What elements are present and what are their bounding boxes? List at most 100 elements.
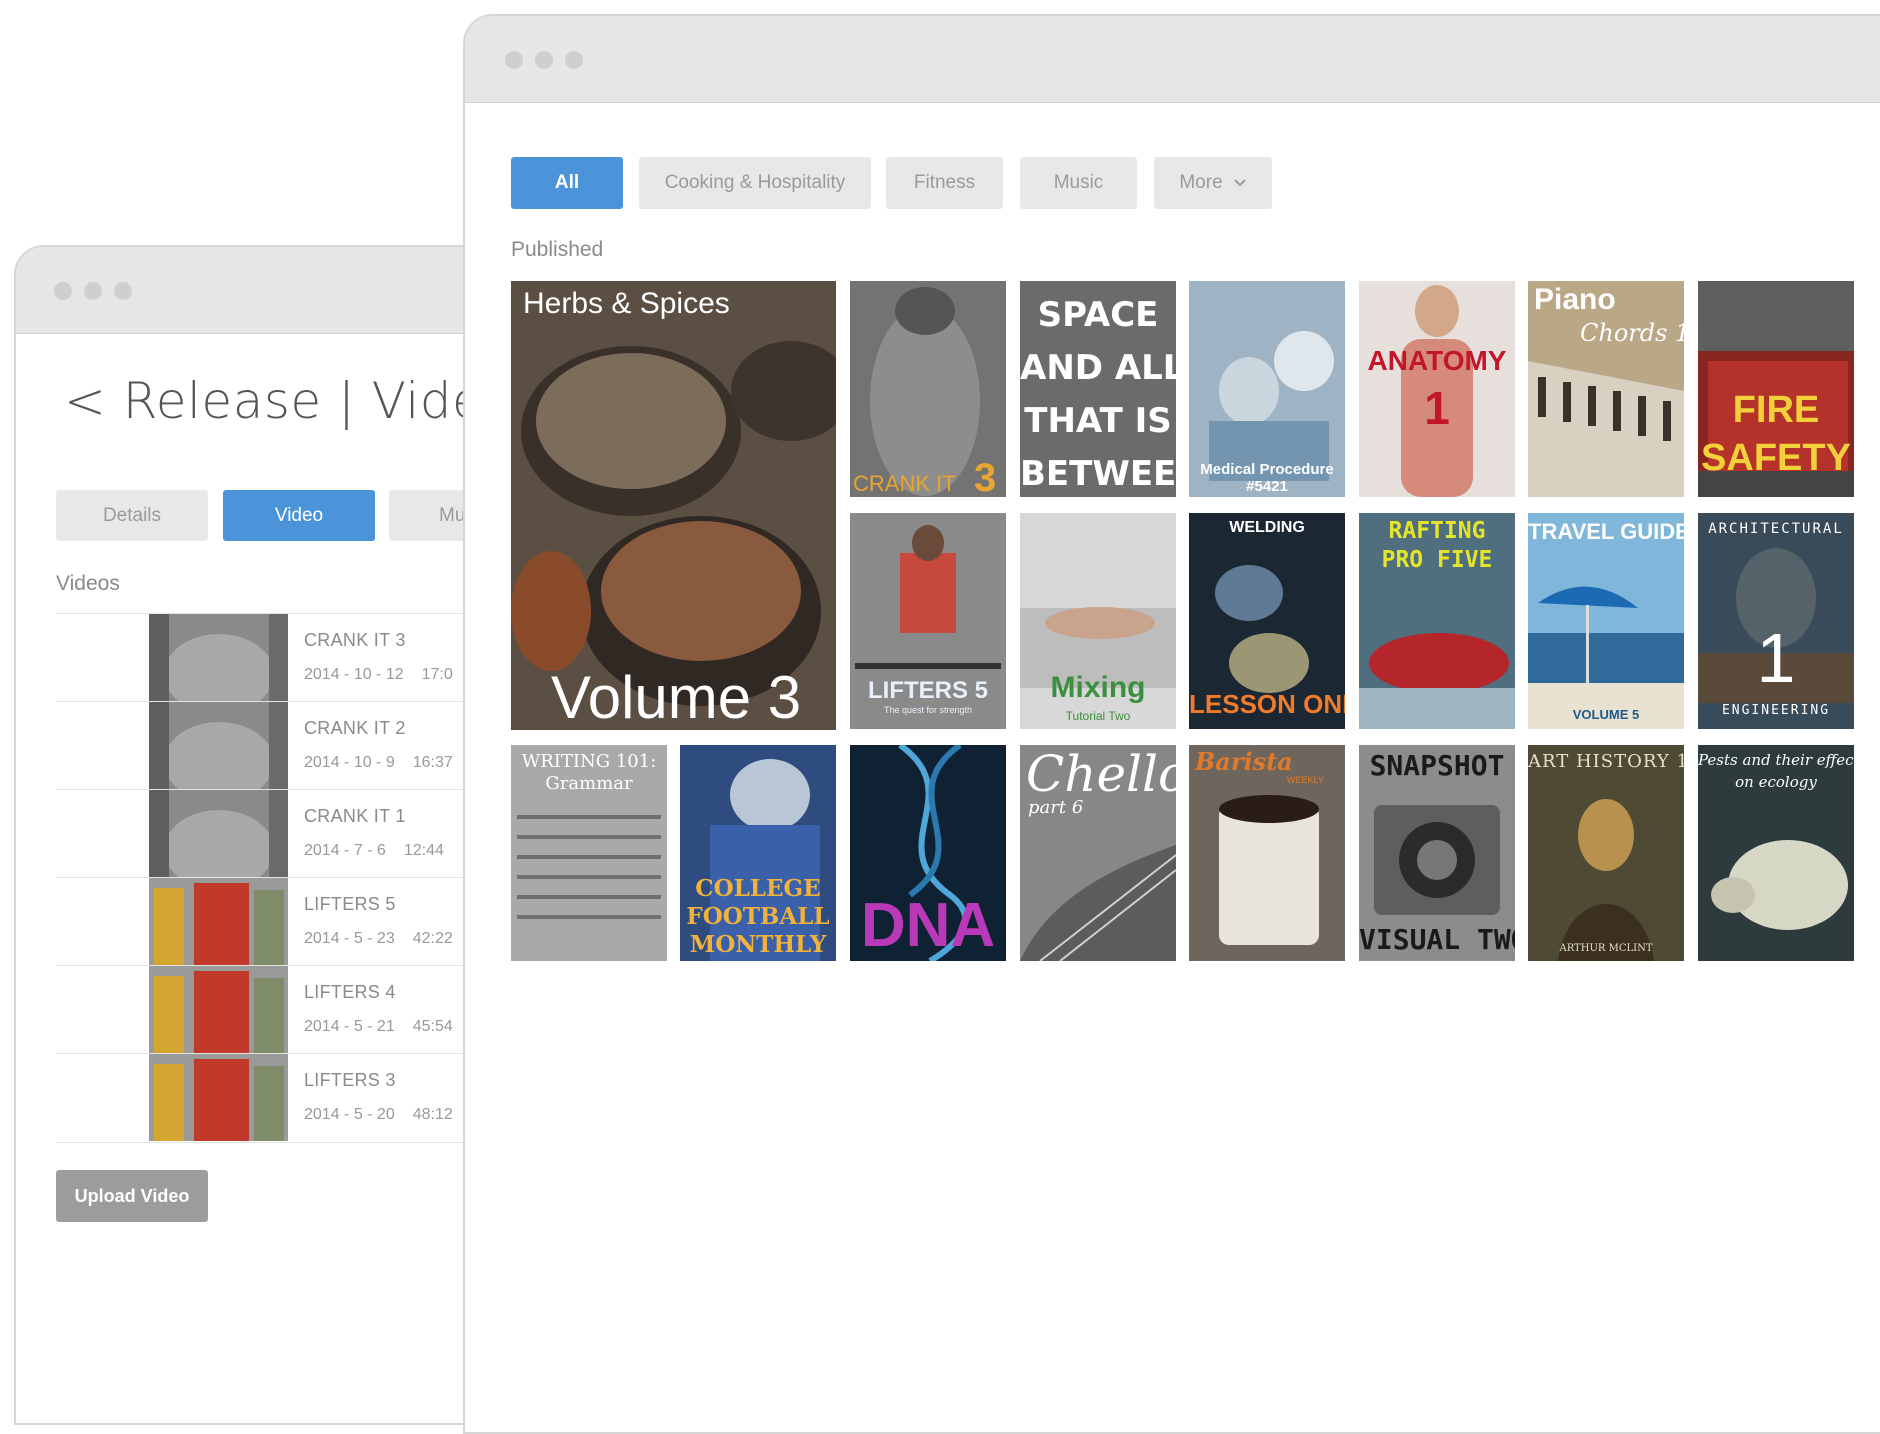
video-date: 2014 - 5 - 23 (304, 930, 395, 947)
cover-line: BETWEEN (1020, 454, 1176, 494)
cover-line: PRO FIVE (1381, 547, 1493, 573)
cover-title: LIFTERS 5 (868, 677, 989, 704)
video-duration: 42:22 (412, 930, 453, 947)
filter-fitness[interactable]: Fitness (886, 157, 1003, 209)
cover-title: ARCHITECTURAL (1708, 521, 1844, 537)
video-thumbnail[interactable] (149, 966, 288, 1053)
cover-line: THAT IS (1024, 401, 1172, 441)
video-title: CRANK IT 2 (304, 718, 406, 738)
cover-subtitle: Chords 1 (1580, 319, 1684, 347)
video-date: 2014 - 5 - 20 (304, 1106, 395, 1123)
filter-all[interactable]: All (511, 157, 623, 209)
filter-more[interactable]: More (1154, 157, 1272, 209)
cover-subtitle: LESSON ONE (1189, 689, 1345, 719)
window-dot-maximize[interactable] (565, 51, 583, 69)
tab-video[interactable]: Video (223, 490, 375, 541)
cover-subtitle: VISUAL TWO (1359, 923, 1515, 956)
video-row[interactable]: LIFTERS 4 2014 - 5 - 21 45:54 (56, 965, 482, 1054)
window-titlebar (465, 16, 1880, 103)
cover-line: WRITING 101: (521, 751, 657, 772)
cover-subtitle: Tutorial Two (1065, 709, 1131, 723)
cover-subtitle: VOLUME 5 (1572, 707, 1640, 722)
featured-subtitle: Volume 3 (551, 664, 802, 730)
cover-chello[interactable]: Chello part 6 (1020, 745, 1176, 961)
cover-title: RAFTING PRO FIVE (1359, 517, 1515, 575)
cover-number: 3 (974, 456, 997, 497)
video-title: LIFTERS 5 (304, 894, 396, 914)
video-meta: 2014 - 5 - 23 42:22 (304, 930, 453, 948)
video-duration: 12:44 (403, 842, 444, 859)
cover-writing-101[interactable]: WRITING 101: Grammar (511, 745, 667, 961)
featured-cover-herbs-spices[interactable]: Herbs & Spices Volume 3 (511, 281, 836, 730)
cover-line: AND ALL (1020, 348, 1176, 388)
cover-title: COLLEGE FOOTBALL MONTHLY (680, 875, 836, 959)
video-row[interactable]: CRANK IT 2 2014 - 10 - 9 16:37 (56, 701, 482, 790)
videos-section-label: Videos (56, 572, 120, 595)
cover-line: FOOTBALL (686, 903, 830, 930)
cover-subtitle: part 6 (1028, 797, 1084, 818)
cover-title: SNAPSHOT (1369, 749, 1505, 782)
cover-subtitle: ARTHUR MCLINT (1559, 943, 1653, 954)
video-row[interactable]: LIFTERS 5 2014 - 5 - 23 42:22 (56, 877, 482, 966)
cover-space-and-all[interactable]: SPACE AND ALL THAT IS BETWEEN (1020, 281, 1176, 497)
video-meta: 2014 - 10 - 9 16:37 (304, 754, 453, 772)
video-title: LIFTERS 3 (304, 1070, 396, 1090)
cover-crank-it-3[interactable]: CRANK IT 3 (850, 281, 1006, 497)
video-thumbnail[interactable] (149, 614, 288, 701)
cover-title: WELDING (1229, 519, 1305, 536)
video-thumbnail[interactable] (149, 1054, 288, 1141)
video-thumbnail[interactable] (149, 790, 288, 877)
filter-music[interactable]: Music (1020, 157, 1137, 209)
video-title: CRANK IT 3 (304, 630, 406, 650)
video-date: 2014 - 5 - 21 (304, 1018, 395, 1035)
video-row[interactable]: CRANK IT 1 2014 - 7 - 6 12:44 (56, 789, 482, 878)
window-dot-minimize[interactable] (535, 51, 553, 69)
window-titlebar (16, 247, 482, 334)
filter-cooking-hospitality[interactable]: Cooking & Hospitality (639, 157, 871, 209)
video-thumbnail[interactable] (149, 878, 288, 965)
cover-college-football[interactable]: COLLEGE FOOTBALL MONTHLY (680, 745, 836, 961)
cover-title: CRANK IT (853, 471, 956, 496)
cover-line: SAFETY (1701, 437, 1851, 479)
cover-art-history[interactable]: ART HISTORY 1 ARTHUR MCLINT (1528, 745, 1684, 961)
cover-title: DNA (860, 891, 996, 960)
video-meta: 2014 - 10 - 12 17:0 (304, 666, 453, 684)
cover-anatomy-1[interactable]: ANATOMY 1 (1359, 281, 1515, 497)
video-row[interactable]: LIFTERS 3 2014 - 5 - 20 48:12 (56, 1053, 482, 1143)
cover-rafting[interactable]: RAFTING PRO FIVE (1359, 513, 1515, 729)
chevron-down-icon (1233, 179, 1246, 187)
cover-welding[interactable]: WELDING LESSON ONE (1189, 513, 1345, 729)
cover-line: Pests and their effect (1698, 751, 1854, 769)
cover-title: Barista (1195, 747, 1293, 776)
window-dot-close[interactable] (505, 51, 523, 69)
video-row[interactable]: CRANK IT 3 2014 - 10 - 12 17:0 (56, 613, 482, 702)
cover-line: Medical Procedure (1200, 461, 1334, 478)
cover-snapshot[interactable]: SNAPSHOT VISUAL TWO (1359, 745, 1515, 961)
window-dot-maximize[interactable] (114, 282, 132, 300)
cover-title: FIRE SAFETY (1698, 386, 1854, 482)
cover-number: 1 (1424, 382, 1450, 434)
video-title: LIFTERS 4 (304, 982, 396, 1002)
cover-architectural[interactable]: ARCHITECTURAL 1 ENGINEERING (1698, 513, 1854, 729)
cover-dna[interactable]: DNA (850, 745, 1006, 961)
cover-piano-chords-1[interactable]: Piano Chords 1 (1528, 281, 1684, 497)
cover-line: RAFTING (1388, 518, 1486, 544)
cover-travel-guide[interactable]: TRAVEL GUIDE VOLUME 5 (1528, 513, 1684, 729)
cover-fire-safety[interactable]: FIRE SAFETY (1698, 281, 1854, 497)
cover-mixing[interactable]: Mixing Tutorial Two (1020, 513, 1176, 729)
window-dot-close[interactable] (54, 282, 72, 300)
cover-title: ANATOMY (1367, 345, 1507, 376)
tab-details[interactable]: Details (56, 490, 208, 541)
cover-line: SPACE (1037, 295, 1159, 335)
video-meta: 2014 - 5 - 20 48:12 (304, 1106, 453, 1124)
video-date: 2014 - 10 - 12 (304, 666, 404, 683)
cover-lifters-5[interactable]: LIFTERS 5 The quest for strength (850, 513, 1006, 729)
catalog-window: All Cooking & Hospitality Fitness Music … (463, 14, 1880, 1434)
window-dot-minimize[interactable] (84, 282, 102, 300)
video-thumbnail[interactable] (149, 702, 288, 789)
cover-pests[interactable]: Pests and their effect on ecology (1698, 745, 1854, 961)
cover-barista[interactable]: Barista WEEKLY (1189, 745, 1345, 961)
upload-video-button[interactable]: Upload Video (56, 1170, 208, 1222)
cover-medical-procedure[interactable]: Medical Procedure #5421 (1189, 281, 1345, 497)
page-title[interactable]: < Release | Video (64, 372, 482, 430)
